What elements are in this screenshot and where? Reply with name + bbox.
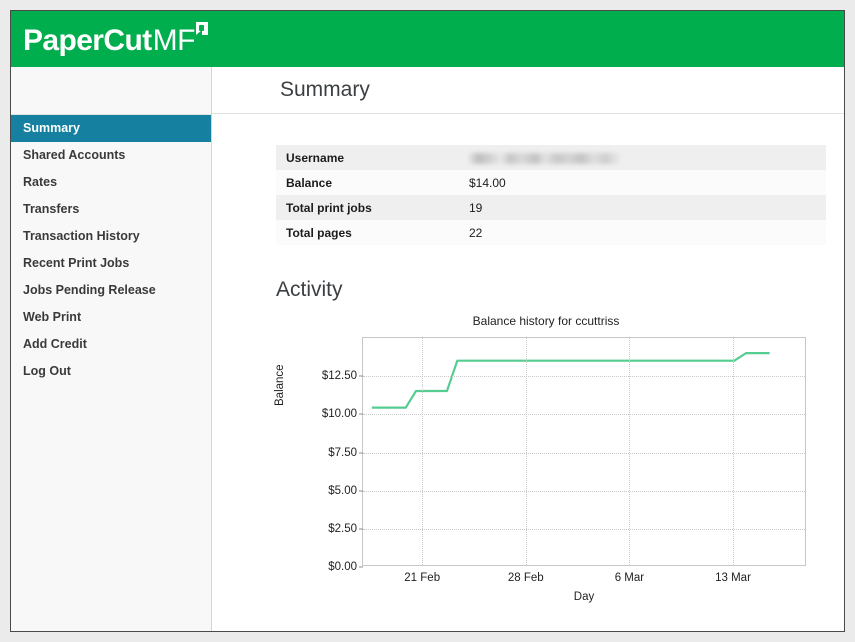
sidebar-item-summary[interactable]: Summary	[11, 115, 211, 142]
sidebar-item-transaction-history[interactable]: Transaction History	[11, 223, 211, 250]
summary-section: Username Balance $14.00 Total print jobs…	[212, 145, 844, 603]
page-title-bar: Summary	[212, 67, 844, 114]
app-header: PaperCut MF	[11, 11, 844, 67]
summary-table: Username Balance $14.00 Total print jobs…	[276, 145, 826, 245]
row-value-total-pages: 22	[469, 225, 483, 240]
row-value-balance: $14.00	[469, 175, 506, 190]
sidebar-item-web-print[interactable]: Web Print	[11, 304, 211, 331]
papercut-flag-icon	[196, 22, 209, 35]
row-label: Balance	[286, 175, 333, 190]
table-row: Total print jobs 19	[276, 195, 826, 220]
sidebar-item-log-out[interactable]: Log Out	[11, 358, 211, 385]
row-label: Total print jobs	[286, 200, 372, 215]
sidebar-item-recent-print-jobs[interactable]: Recent Print Jobs	[11, 250, 211, 277]
chart-plot-area: $0.00 $2.50 $5.00 $7.50 $10.00 $12.50 21 Feb 28…	[322, 337, 806, 584]
chart-x-tick-label: 6 Mar	[614, 572, 645, 584]
sidebar-item-rates[interactable]: Rates	[11, 169, 211, 196]
sidebar-nav: Summary Shared Accounts Rates Transfers …	[11, 67, 212, 631]
chart-y-tick-label: $2.50	[328, 522, 357, 535]
chart-y-axis-label: Balance	[274, 364, 286, 406]
sidebar-item-shared-accounts[interactable]: Shared Accounts	[11, 142, 211, 169]
table-row: Total pages 22	[276, 220, 826, 245]
chart-gridline-vertical	[733, 338, 734, 565]
chart-y-tick-label: $0.00	[328, 561, 357, 573]
table-row: Username	[276, 145, 826, 170]
browser-window: PaperCut MF Summary Shared Accounts Rate…	[10, 10, 845, 632]
sidebar-item-label: Recent Print Jobs	[23, 256, 130, 270]
chart-gridline-vertical	[422, 338, 424, 565]
chart-gridline-horizontal	[363, 452, 805, 454]
sidebar-item-label: Web Print	[23, 310, 82, 324]
chart-y-tick-label: $12.50	[321, 370, 357, 383]
chart-gridline-horizontal	[363, 528, 805, 530]
row-label: Username	[286, 150, 345, 165]
row-value-username	[459, 145, 826, 170]
logo-text-primary: PaperCut	[23, 24, 152, 57]
chart-gridline-horizontal	[363, 376, 805, 378]
papercut-logo: PaperCut MF	[23, 21, 209, 61]
chart-y-tick-label: $10.00	[321, 408, 357, 421]
chart-series-line	[363, 338, 805, 565]
sidebar-item-label: Transaction History	[23, 229, 140, 243]
sidebar-item-label: Summary	[23, 121, 80, 135]
row-value-total-print-jobs: 19	[469, 200, 483, 215]
sidebar-item-label: Jobs Pending Release	[23, 283, 156, 297]
main-content: Summary Username Balance $14.00 Total pr…	[212, 67, 844, 631]
sidebar-item-label: Add Credit	[23, 337, 87, 351]
chart-y-tick-label: $7.50	[328, 446, 357, 459]
chart-gridline-horizontal	[363, 490, 805, 492]
chart-x-tick-label: 28 Feb	[507, 572, 544, 584]
chart-title: Balance history for ccuttriss	[472, 314, 620, 328]
chart-y-tick-label: $5.00	[328, 484, 357, 497]
logo-text-secondary: MF	[152, 24, 196, 57]
table-row: Balance $14.00	[276, 170, 826, 195]
sidebar-item-label: Log Out	[23, 364, 71, 378]
sidebar-item-label: Transfers	[23, 202, 80, 216]
sidebar-item-jobs-pending-release[interactable]: Jobs Pending Release	[11, 277, 211, 304]
balance-history-chart: Balance history for ccuttriss Balance Da…	[274, 314, 816, 603]
chart-gridline-horizontal	[363, 414, 805, 416]
sidebar-item-label: Shared Accounts	[23, 148, 126, 162]
page-title: Summary	[280, 78, 370, 101]
row-label: Total pages	[286, 225, 352, 240]
sidebar-item-label: Rates	[23, 175, 58, 189]
chart-gridline-vertical	[629, 338, 631, 565]
sidebar-top-spacer	[11, 67, 211, 115]
chart-x-axis-label: Day	[573, 591, 595, 603]
screenshot-root: PaperCut MF Summary Shared Accounts Rate…	[0, 0, 855, 642]
chart-x-tick-label: 21 Feb	[404, 572, 441, 584]
sidebar-item-add-credit[interactable]: Add Credit	[11, 331, 211, 358]
chart-gridline-vertical	[525, 338, 527, 565]
sidebar-item-transfers[interactable]: Transfers	[11, 196, 211, 223]
chart-x-tick-label: 13 Mar	[715, 572, 751, 584]
redacted-username	[469, 152, 621, 164]
activity-heading: Activity	[276, 278, 343, 301]
